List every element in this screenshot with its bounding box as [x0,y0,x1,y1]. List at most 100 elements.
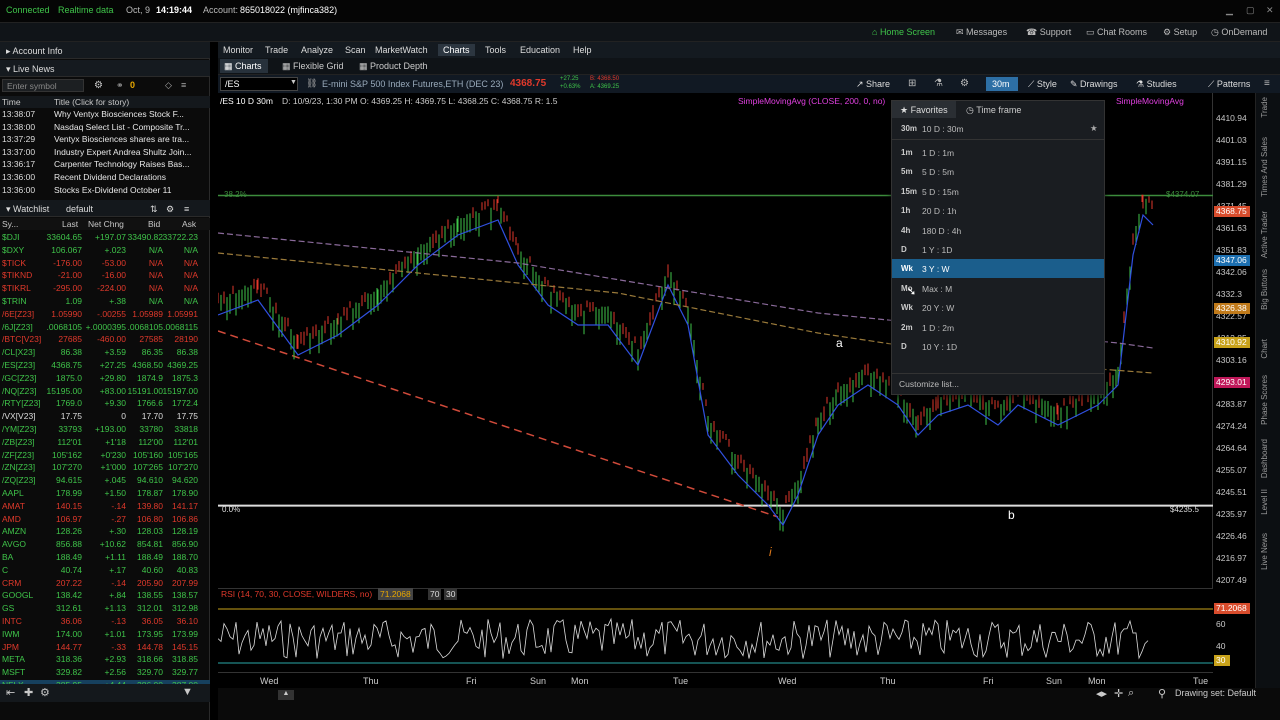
dd-timeframe-item[interactable]: 5m 5 D : 5m [892,162,1104,181]
watchlist-row[interactable]: AAPL 178.99 +1.50 178.87 178.90 [0,488,210,501]
menu-analyze[interactable]: Analyze [296,44,338,56]
news-headline[interactable]: Why Ventyx Biosciences Stock F... [54,109,204,119]
wl-symbol[interactable]: /NQ[Z23] [2,386,36,396]
watchlist-row[interactable]: AMAT 140.15 -.14 139.80 141.17 [0,501,210,514]
dd-timeframe-item[interactable]: 4h 180 D : 4h [892,221,1104,240]
wl-symbol[interactable]: GOOGL [2,590,33,600]
messages-button[interactable]: ✉ Messages [956,27,1007,38]
wl-symbol[interactable]: AAPL [2,488,24,498]
watchlist-row[interactable]: META 318.36 +2.93 318.66 318.85 [0,654,210,667]
news-headline[interactable]: Recent Dividend Declarations [54,172,204,182]
watchlist-row[interactable]: /GC[Z23] 1875.0 +29.80 1874.9 1875.3 [0,373,210,386]
watchlist-row[interactable]: MSFT 329.82 +2.56 329.70 329.77 [0,667,210,680]
home-screen-button[interactable]: ⌂ Home Screen [872,27,935,37]
news-headline[interactable]: Stocks Ex-Dividend October 11 [54,185,204,195]
settings-gear-icon[interactable]: ⚙ [94,80,103,91]
side-tab-active-trader[interactable]: Active Trader [1260,211,1269,258]
drawings-button[interactable]: ✎ Drawings [1070,79,1118,90]
wl-symbol[interactable]: CRM [2,578,21,588]
chart-symbol-input[interactable]: /ES [220,77,298,91]
wl-symbol[interactable]: BA [2,552,13,562]
news-row[interactable]: 13:36:00 Recent Dividend Declarations [0,172,210,185]
wl-symbol[interactable]: $TIKRL [2,283,31,293]
watchlist-row[interactable]: /6E[Z23] 1.05990 -.00255 1.05989 1.05991 [0,309,210,322]
watchlist-collapse-icon[interactable]: ▾ [6,204,11,214]
wl-col-symbol[interactable]: Sy... [2,219,18,229]
zoom-out-icon[interactable]: ◂▸ [1096,687,1107,700]
subtab-flexible-grid[interactable]: ▦ Flexible Grid [278,59,348,74]
dd-timeframe-item[interactable]: Wk 3 Y : W [892,259,1104,279]
wl-symbol[interactable]: C [2,565,8,575]
window-close-icon[interactable]: ✕ [1266,5,1274,16]
share-button[interactable]: ↗ Share [856,79,890,90]
news-row[interactable]: 13:37:29 Ventyx Biosciences shares are tr… [0,134,210,147]
wl-symbol[interactable]: /YM[Z23] [2,424,36,434]
symbol-dropdown-icon[interactable]: ▼ [290,79,297,86]
wl-symbol[interactable]: INTC [2,616,22,626]
side-tab-big-buttons[interactable]: Big Buttons [1260,269,1269,310]
price-axis[interactable]: 4410.944401.034391.154381.294371.454361.… [1213,93,1255,672]
subtab-charts[interactable]: ▦ Charts [220,59,268,73]
news-row[interactable]: 13:38:07 Why Ventyx Biosciences Stock F..… [0,109,210,122]
dd-timeframe-item[interactable]: 1h 20 D : 1h [892,201,1104,220]
wl-symbol[interactable]: /ES[Z23] [2,360,35,370]
wl-symbol[interactable]: /6J[Z23] [2,322,33,332]
side-tab-level-ii[interactable]: Level II [1260,489,1269,515]
wl-symbol[interactable]: AVGO [2,539,26,549]
watchlist-menu-icon[interactable]: ≡ [184,204,189,214]
link-icon[interactable]: ⚭ [116,80,124,91]
window-minimize-icon[interactable]: ▁ [1226,5,1233,16]
chat-rooms-button[interactable]: ▭ Chat Rooms [1086,27,1147,38]
rsi-panel[interactable]: RSI (14, 70, 30, CLOSE, WILDERS, no) 71.… [218,588,1213,672]
news-headline[interactable]: Ventyx Biosciences shares are tra... [54,134,204,144]
dd-timeframe-item[interactable]: 15m 5 D : 15m [892,182,1104,201]
menu-education[interactable]: Education [515,44,565,56]
wl-symbol[interactable]: JPM [2,642,19,652]
side-tab-trade[interactable]: Trade [1260,97,1269,118]
watchlist-row[interactable]: AMZN 128.26 +.30 128.03 128.19 [0,526,210,539]
wl-symbol[interactable]: $DXY [2,245,24,255]
dd-timeframe-item[interactable]: Mo Max : M [892,279,1104,298]
menu-charts[interactable]: Charts [438,44,475,56]
setup-button[interactable]: ⚙ Setup [1163,27,1197,38]
side-tab-dashboard[interactable]: Dashboard [1260,439,1269,478]
watchlist-row[interactable]: BA 188.49 +1.11 188.49 188.70 [0,552,210,565]
watchlist-row[interactable]: C 40.74 +.17 40.60 40.83 [0,565,210,578]
watchlist-row[interactable]: /NQ[Z23] 15195.00 +83.00 15191.00 15197.00 [0,386,210,399]
news-row[interactable]: 13:38:00 Nasdaq Select List - Composite T… [0,122,210,135]
wl-symbol[interactable]: /ZF[Z23] [2,450,34,460]
symbol-link-icon[interactable]: ⛓ [306,78,317,89]
dd-timeframe-item[interactable]: D 1 Y : 1D [892,240,1104,259]
add-icon[interactable]: ✚ [24,686,33,699]
watchlist-settings-icon[interactable]: ⚙ [166,204,174,215]
watchlist-row[interactable]: /BTC[V23] 27685 -460.00 27585 28190 [0,334,210,347]
wl-symbol[interactable]: /BTC[V23] [2,334,41,344]
customize-list-link[interactable]: Customize list... [899,379,959,389]
drawing-set-label[interactable]: Drawing set: Default [1175,688,1256,698]
dd-tab-timeframe[interactable]: ◷ Time frame [958,101,1029,118]
watchlist-row[interactable]: GS 312.61 +1.13 312.01 312.98 [0,603,210,616]
wl-symbol[interactable]: /VX[V23] [2,411,36,421]
side-tab-phase-scores[interactable]: Phase Scores [1260,375,1269,425]
style-button[interactable]: ⟋ Style [1028,79,1057,90]
chart-settings-gear-icon[interactable]: ⚙ [960,78,969,89]
wl-symbol[interactable]: /GC[Z23] [2,373,36,383]
news-headline[interactable]: Industry Expert Andrea Shultz Join... [54,147,204,157]
watchlist-row[interactable]: $TIKRL -295.00 -224.00 N/A N/A [0,283,210,296]
watchlist-row[interactable]: /ZB[Z23] 112'01 +1'18 112'00 112'01 [0,437,210,450]
live-news-header[interactable]: ▾ Live News [0,60,210,77]
wl-symbol[interactable]: MSFT [2,667,25,677]
wl-symbol[interactable]: $TRIN [2,296,27,306]
support-button[interactable]: ☎ Support [1026,27,1071,38]
wl-symbol[interactable]: /ZN[Z23] [2,462,35,472]
wl-col-last[interactable]: Last [62,219,78,229]
watchlist-row[interactable]: /ZQ[Z23] 94.615 +.045 94.610 94.620 [0,475,210,488]
menu-trade[interactable]: Trade [260,44,293,56]
news-row[interactable]: 13:37:00 Industry Expert Andrea Shultz Jo… [0,147,210,160]
dd-timeframe-item[interactable]: Wk 20 Y : W [892,298,1104,317]
watchlist-row[interactable]: $TRIN 1.09 +.38 N/A N/A [0,296,210,309]
gadget-settings-icon[interactable]: ⚙ [40,686,50,699]
watchlist-row[interactable]: $DJI 33604.65 +197.07 33490.82 33722.23 [0,232,210,245]
menu-icon[interactable]: ≡ [181,80,186,90]
wl-symbol[interactable]: $DJI [2,232,19,242]
